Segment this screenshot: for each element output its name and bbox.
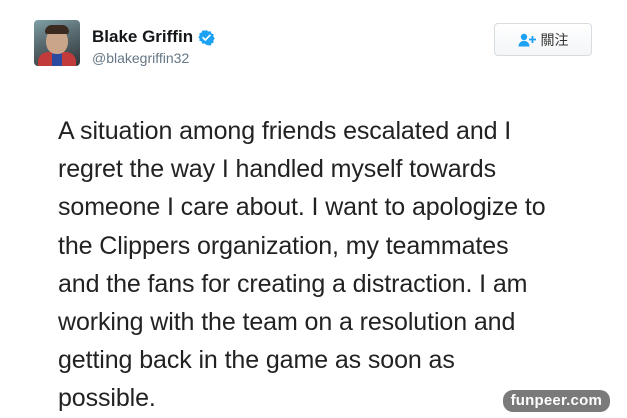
user-name-row: Blake Griffin [92,27,215,47]
tweet-line: getting back in the game as soon as [58,346,455,375]
tweet-line: someone I care about. I want to apologiz… [58,193,546,222]
add-user-icon [518,33,536,47]
tweet-header: Blake Griffin @blakegriffin32 關注 [0,0,627,90]
tweet-line: working with the team on a resolution an… [58,308,516,337]
watermark: funpeer.com [502,390,610,412]
tweet-line: A situation among friends escalated and … [58,117,512,145]
verified-badge-icon [198,29,215,46]
avatar[interactable] [34,20,80,66]
tweet-text: A situation among friends escalated and … [58,112,598,418]
follow-button[interactable]: 關注 [494,23,592,56]
tweet-line: and the fans for creating a distraction.… [58,269,528,298]
display-name[interactable]: Blake Griffin [92,27,193,47]
follow-button-label: 關注 [540,31,569,48]
user-handle[interactable]: @blakegriffin32 [92,50,189,66]
tweet-line: regret the way I handled myself towards [58,155,496,184]
tweet-line: the Clippers organization, my teammates [58,231,509,260]
